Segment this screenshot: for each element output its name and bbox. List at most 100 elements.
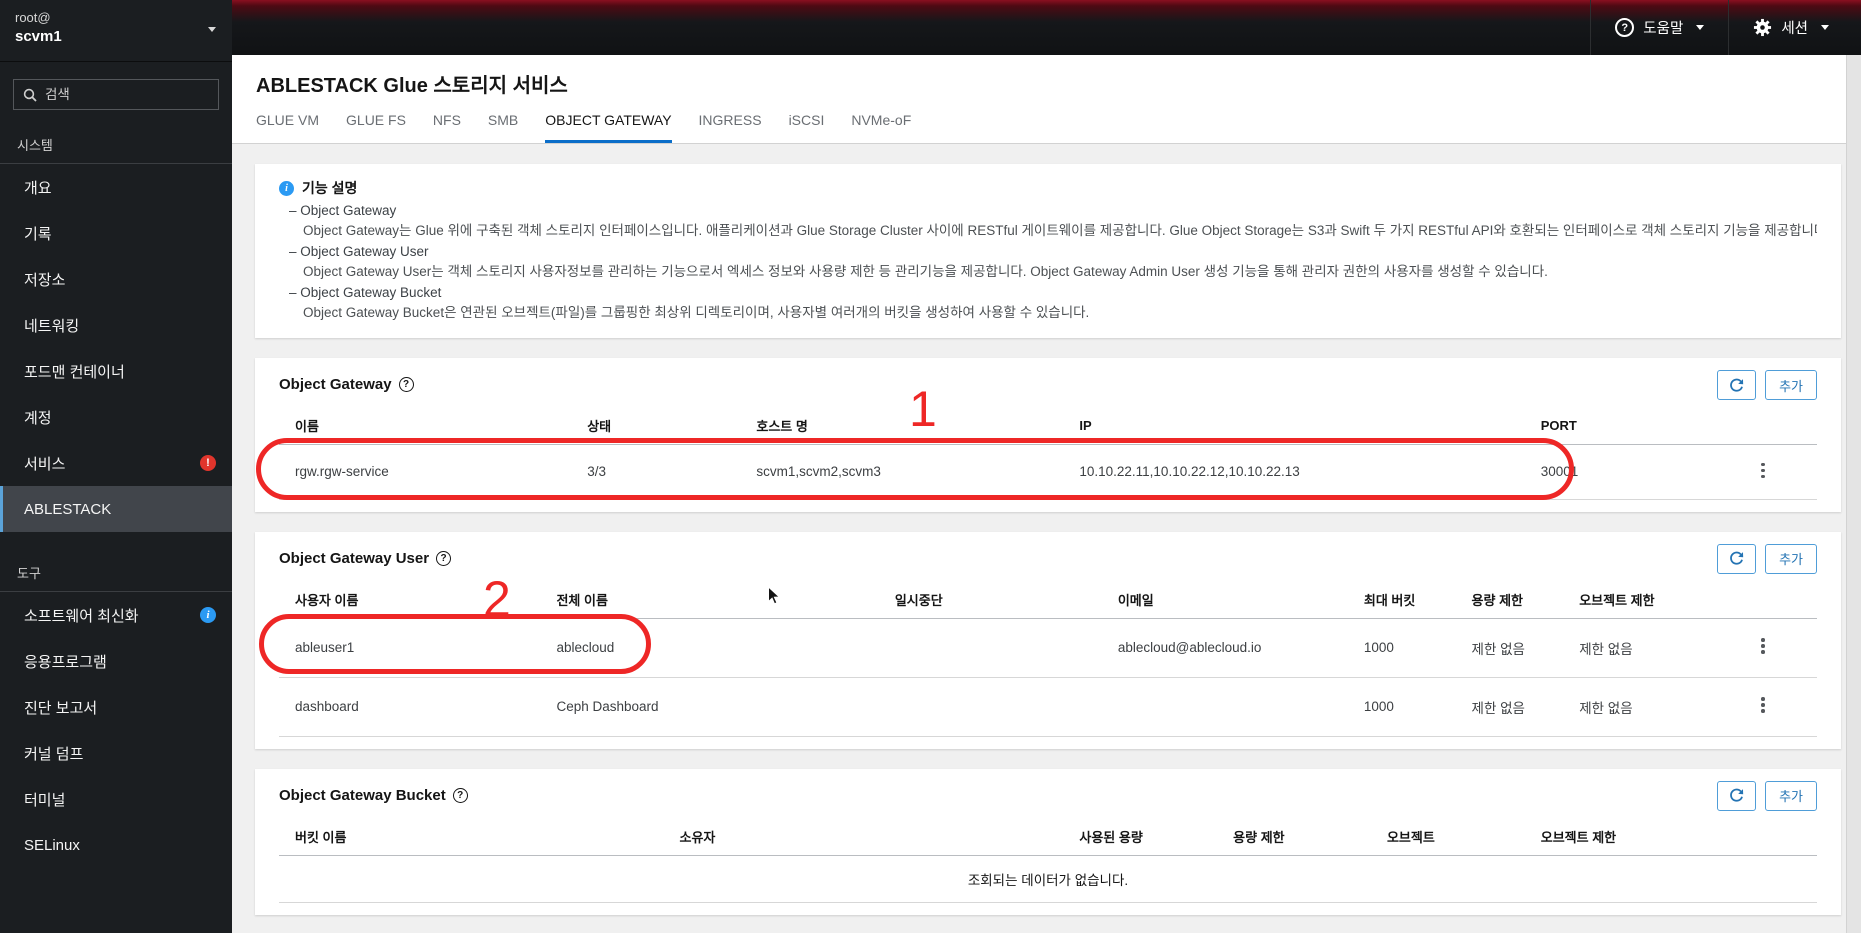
sidebar-item-selinux[interactable]: SELinux — [0, 822, 232, 868]
sidebar-item-storage[interactable]: 저장소 — [0, 256, 232, 302]
sidebar-item-services[interactable]: 서비스! — [0, 440, 232, 486]
tab-object-gateway[interactable]: OBJECT GATEWAY — [545, 112, 672, 143]
refresh-button[interactable] — [1717, 780, 1757, 811]
add-button[interactable]: 추가 — [1765, 780, 1817, 811]
sidebar: root@ scvm1 시스템 개요기록저장소네트워킹포드맨 컨테이너계정서비스… — [0, 0, 232, 933]
row-actions-cell — [1709, 677, 1817, 737]
sidebar-item-applications[interactable]: 응용프로그램 — [0, 638, 232, 684]
scrollbar[interactable] — [1846, 55, 1861, 933]
hostname: scvm1 — [15, 28, 62, 45]
info-description: Object Gateway User는 객체 스토리지 사용자정보를 관리하는… — [303, 264, 1548, 279]
info-icon: i — [279, 180, 294, 196]
column-header-actions — [1709, 579, 1817, 619]
tab-glue-fs[interactable]: GLUE FS — [346, 112, 406, 143]
chevron-down-icon — [208, 27, 216, 32]
row-actions-cell — [1709, 444, 1817, 500]
object-gateway-user-table: 사용자 이름 전체 이름 일시중단 이메일 최대 버킷 용량 제한 오브젝트 제한 ableu… — [279, 579, 1817, 737]
help-menu[interactable]: ? 도움말 — [1590, 0, 1728, 55]
sidebar-item-label: 포드맨 컨테이너 — [24, 363, 125, 381]
column-header: PORT — [1524, 406, 1710, 445]
empty-message: 조회되는 데이터가 없습니다. — [279, 855, 1817, 903]
session-label: 세션 — [1781, 21, 1808, 37]
column-header: 전체 이름 — [540, 579, 879, 619]
table-cell — [878, 677, 1102, 737]
username: root@ — [15, 10, 51, 25]
column-header: 사용된 용량 — [1063, 816, 1218, 856]
tab-iscsi[interactable]: iSCSI — [789, 112, 825, 143]
help-label: 도움말 — [1643, 21, 1684, 37]
tab-nfs[interactable]: NFS — [433, 112, 461, 143]
sidebar-item-label: 저장소 — [24, 271, 66, 289]
column-header: 오브젝트 제한 — [1524, 816, 1817, 856]
column-header: 사용자 이름 — [279, 579, 541, 619]
table-cell: rgw.rgw-service — [279, 444, 572, 500]
column-header: 오브젝트 제한 — [1563, 579, 1710, 619]
column-header: IP — [1063, 406, 1525, 445]
column-header: 상태 — [571, 406, 741, 445]
sidebar-item-label: 응용프로그램 — [24, 653, 107, 671]
table-row: dashboard Ceph Dashboard 1000 제한 없음 제한 없음 — [279, 677, 1817, 737]
row-actions-kebab-icon[interactable] — [1753, 457, 1773, 484]
sidebar-item-ablestack[interactable]: ABLESTACK — [0, 486, 232, 532]
info-description: Object Gateway는 Glue 위에 구축된 객체 스토리지 인터페이… — [303, 223, 1817, 238]
chevron-down-icon — [1696, 25, 1705, 30]
row-actions-kebab-icon[interactable] — [1753, 633, 1773, 660]
sidebar-item-label: 기록 — [24, 225, 52, 243]
info-title: 기능 설명 — [302, 180, 358, 196]
sidebar-item-accounts[interactable]: 계정 — [0, 394, 232, 440]
help-circle-icon[interactable]: ? — [398, 377, 414, 392]
refresh-button[interactable] — [1717, 543, 1757, 574]
sidebar-item-podman-containers[interactable]: 포드맨 컨테이너 — [0, 348, 232, 394]
sidebar-item-terminal[interactable]: 터미널 — [0, 776, 232, 822]
object-gateway-bucket-table: 버킷 이름 소유자 사용된 용량 용량 제한 오브젝트 오브젝트 제한 조회되는 데이터가 … — [279, 816, 1817, 903]
tab-nvme-of[interactable]: NVMe-oF — [851, 112, 911, 143]
sidebar-item-label: SELinux — [24, 836, 80, 854]
sidebar-item-diagnostic-reports[interactable]: 진단 보고서 — [0, 684, 232, 730]
search-input[interactable] — [45, 87, 209, 102]
host-switcher[interactable]: root@ scvm1 — [0, 0, 232, 62]
tab-ingress[interactable]: INGRESS — [699, 112, 762, 143]
section-title-object-gateway: Object Gateway ? — [279, 370, 414, 393]
sidebar-item-kernel-dump[interactable]: 커널 덤프 — [0, 730, 232, 776]
column-header: 이메일 — [1101, 579, 1348, 619]
tab-glue-vm[interactable]: GLUE VM — [256, 112, 319, 143]
column-header: 일시중단 — [878, 579, 1102, 619]
sidebar-item-overview[interactable]: 개요 — [0, 164, 232, 210]
tab-bar: GLUE VM GLUE FS NFS SMB OBJECT GATEWAY INGRES… — [256, 112, 1861, 143]
table-cell: scvm1,scvm2,scvm3 — [740, 444, 1064, 500]
add-button[interactable]: 추가 — [1765, 370, 1817, 400]
table-row: rgw.rgw-service 3/3 scvm1,scvm2,scvm3 10.10… — [279, 444, 1817, 500]
table-cell: 3/3 — [571, 444, 741, 500]
table-cell: 10.10.22.11,10.10.22.12,10.10.22.13 — [1063, 444, 1525, 500]
tab-smb[interactable]: SMB — [488, 112, 518, 143]
refresh-button[interactable] — [1717, 370, 1757, 400]
sidebar-search[interactable] — [13, 79, 219, 110]
nav-list-system: 개요기록저장소네트워킹포드맨 컨테이너계정 서비스! ABLESTACK — [0, 164, 232, 532]
sidebar-item-label: 네트워킹 — [24, 317, 80, 335]
table-cell: ablecloud — [540, 618, 879, 678]
table-cell: 제한 없음 — [1563, 677, 1710, 737]
empty-row: 조회되는 데이터가 없습니다. — [279, 855, 1817, 903]
section-title-object-gateway-user: Object Gateway User ? — [279, 544, 452, 567]
object-gateway-user-card: Object Gateway User ? 추가 사용자 이름 전체 이름 일시중단… — [255, 531, 1841, 749]
chevron-down-icon — [1821, 25, 1829, 30]
table-cell — [1101, 677, 1348, 737]
info-term: – Object Gateway — [289, 203, 397, 218]
add-button[interactable]: 추가 — [1765, 543, 1817, 574]
sidebar-item-networking[interactable]: 네트워킹 — [0, 302, 232, 348]
table-cell: 1000 — [1347, 618, 1456, 678]
nav-section-system: 시스템 — [17, 138, 53, 153]
info-list: – Object Gateway Object Gateway는 Glue 위에 … — [279, 203, 1817, 322]
object-gateway-card: Object Gateway ? 추가 이름 상태 호스트 명 IP PORT rgw.r… — [255, 358, 1841, 512]
session-menu[interactable]: 세션 — [1728, 0, 1861, 55]
table-cell: 제한 없음 — [1455, 618, 1564, 678]
sidebar-item-logs[interactable]: 기록 — [0, 210, 232, 256]
row-actions-kebab-icon[interactable] — [1753, 692, 1773, 719]
sidebar-item-software-updates[interactable]: 소프트웨어 최신화 i — [0, 592, 232, 638]
help-circle-icon[interactable]: ? — [452, 787, 468, 803]
table-cell: ableuser1 — [279, 618, 541, 678]
column-header: 소유자 — [663, 816, 1064, 856]
sidebar-item-label: 소프트웨어 최신화 — [24, 607, 139, 625]
row-actions-cell — [1709, 618, 1817, 678]
help-circle-icon[interactable]: ? — [436, 550, 452, 566]
